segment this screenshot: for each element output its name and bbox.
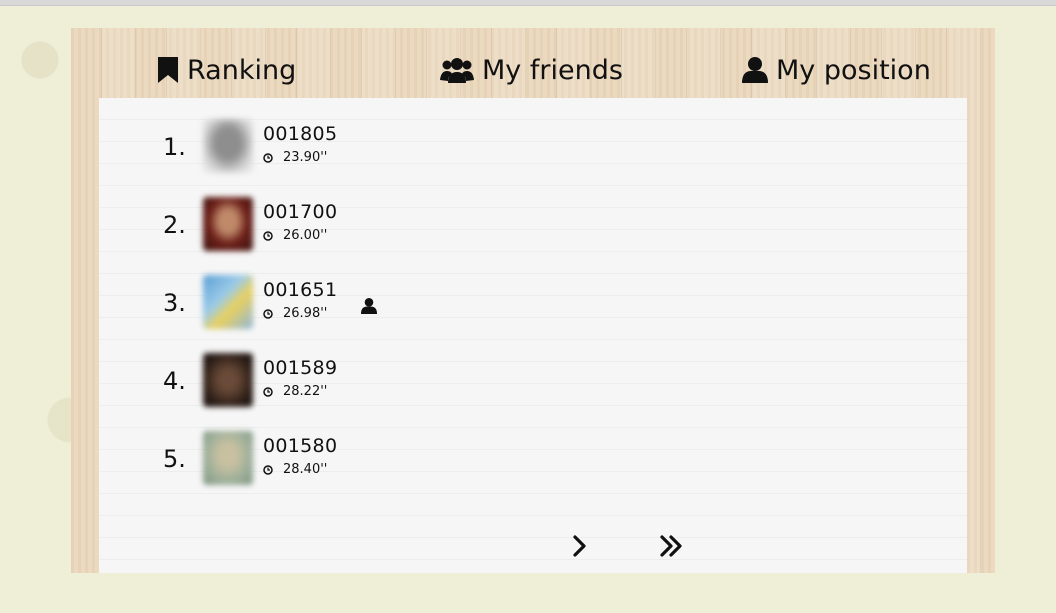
clock-icon <box>263 230 273 241</box>
bookmark-icon <box>157 56 179 84</box>
time-value: 23.90'' <box>263 150 327 165</box>
time-value: 26.00'' <box>263 228 327 243</box>
list-item[interactable]: 5. 001580 28.40'' <box>99 431 967 491</box>
time-text: 26.98'' <box>283 306 328 321</box>
list-item[interactable]: 4. 001589 28.22'' <box>99 353 967 413</box>
avatar <box>203 197 253 251</box>
next-page-button[interactable] <box>572 534 588 562</box>
score: 001580 <box>263 435 338 457</box>
clock-icon <box>263 386 273 397</box>
avatar <box>203 431 253 485</box>
avatar <box>203 275 253 329</box>
tab-my-position-label: My position <box>776 54 931 86</box>
last-page-button[interactable] <box>659 534 685 562</box>
tab-ranking-label: Ranking <box>187 54 297 86</box>
rank-number: 1. <box>163 133 186 161</box>
list-item[interactable]: 3. 001651 26.98'' <box>99 275 967 335</box>
time-text: 28.40'' <box>283 462 328 477</box>
time-text: 26.00'' <box>283 228 328 243</box>
chevron-right-icon <box>573 535 586 557</box>
browser-top-edge <box>0 0 1056 6</box>
score: 001651 <box>263 279 338 301</box>
users-icon <box>440 56 474 84</box>
tab-ranking[interactable]: Ranking <box>157 50 296 90</box>
tab-my-friends-label: My friends <box>482 54 623 86</box>
user-icon <box>361 297 377 319</box>
time-text: 23.90'' <box>283 150 328 165</box>
ranking-list: 1. 001805 23.90'' 2. 001700 26.00'' 3. 0… <box>99 98 967 573</box>
time-value: 28.40'' <box>263 462 327 477</box>
score: 001805 <box>263 123 338 145</box>
user-icon <box>742 56 768 84</box>
score: 001700 <box>263 201 338 223</box>
leaderboard-board: Ranking My friends My position 1. 001805… <box>71 28 995 573</box>
score: 001589 <box>263 357 338 379</box>
avatar <box>203 353 253 407</box>
clock-icon <box>263 308 273 319</box>
tab-my-position[interactable]: My position <box>742 50 931 90</box>
time-value: 26.98'' <box>263 306 327 321</box>
clock-icon <box>263 464 273 475</box>
rank-number: 2. <box>163 211 186 239</box>
time-text: 28.22'' <box>283 384 328 399</box>
rank-number: 5. <box>163 445 186 473</box>
list-item[interactable]: 2. 001700 26.00'' <box>99 197 967 257</box>
tab-my-friends[interactable]: My friends <box>440 50 623 90</box>
clock-icon <box>263 152 273 163</box>
avatar <box>203 119 253 173</box>
time-value: 28.22'' <box>263 384 327 399</box>
rank-number: 4. <box>163 367 186 395</box>
tab-bar: Ranking My friends My position <box>71 28 995 98</box>
list-item[interactable]: 1. 001805 23.90'' <box>99 119 967 179</box>
rank-number: 3. <box>163 289 186 317</box>
double-chevron-right-icon <box>660 535 682 557</box>
